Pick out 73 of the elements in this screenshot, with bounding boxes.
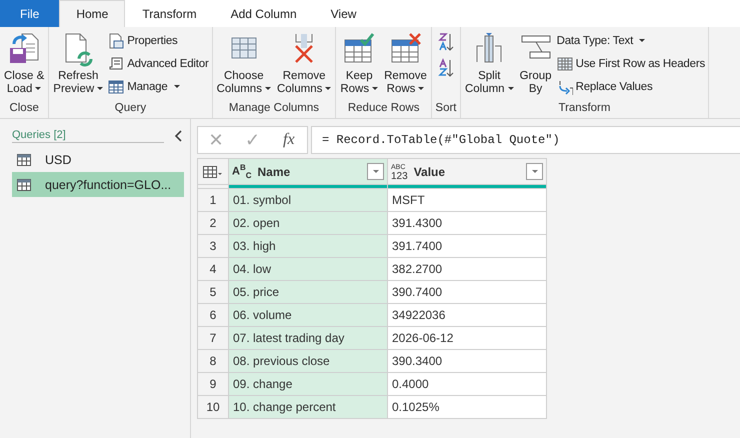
ribbon-button[interactable]: Split Column — [462, 30, 516, 102]
row-number: 3 — [198, 234, 228, 258]
ribbon-button[interactable]: Use First Row as Headers — [556, 53, 706, 74]
table-cell: 391.4300 — [388, 212, 546, 234]
table-cell: 390.3400 — [388, 350, 546, 372]
ribbon-button[interactable]: Refresh Preview — [51, 30, 106, 102]
ribbon-button[interactable]: Keep Rows — [338, 30, 380, 102]
table-cell: 08. previous close — [228, 350, 388, 372]
group-label: Manage Columns — [228, 102, 320, 116]
ribbon-tab[interactable]: Home — [59, 0, 126, 27]
ribbon-button[interactable]: Remove Rows — [382, 30, 429, 102]
table-icon — [17, 178, 31, 190]
row-number: 9 — [198, 372, 228, 396]
row-number: 10 — [198, 396, 228, 418]
row-number: 6 — [198, 304, 228, 326]
row-number: 7 — [198, 326, 228, 350]
table-cell: 10. change percent — [228, 396, 388, 418]
ribbon-button[interactable]: Close & Load — [2, 30, 46, 102]
ribbon-button[interactable]: Choose Columns — [214, 30, 273, 102]
formula-field[interactable]: = Record.ToTable(#"Global Quote") — [311, 126, 740, 154]
table-cell: 03. high — [228, 234, 388, 258]
table-menu-button[interactable] — [198, 158, 228, 184]
filter-dropdown-icon[interactable] — [367, 163, 384, 180]
ribbon-button[interactable]: Remove Columns — [274, 30, 334, 102]
table-icon — [17, 154, 31, 166]
table-cell: 0.1025% — [388, 396, 546, 418]
table-cell: 390.7400 — [388, 280, 546, 304]
filter-dropdown-icon[interactable] — [526, 163, 543, 180]
ribbon-button[interactable]: Group By — [518, 30, 554, 102]
ribbon-tab[interactable]: View — [314, 0, 374, 27]
table-cell: 06. volume — [228, 304, 388, 326]
table-cell: 05. price — [228, 280, 388, 304]
row-number: 5 — [198, 280, 228, 304]
table-cell: 0.4000 — [388, 372, 546, 396]
properties-icon — [108, 32, 124, 48]
table-cell: 2026-06-12 — [388, 326, 546, 350]
group-label: Query — [114, 102, 146, 116]
table-cell: 01. symbol — [228, 188, 388, 212]
insert-function-button[interactable]: fx — [270, 127, 307, 153]
table-icon — [556, 56, 573, 72]
ribbon-button[interactable]: Manage — [107, 76, 210, 97]
ribbon-button[interactable]: Properties — [107, 30, 210, 51]
row-number: 4 — [198, 258, 228, 280]
collapse-icon[interactable] — [174, 130, 182, 142]
table-icon — [203, 166, 223, 178]
table-cell: 09. change — [228, 372, 388, 396]
table-cell: 34922036 — [388, 304, 546, 326]
group-label: Sort — [435, 102, 456, 116]
row-number: 1 — [198, 188, 228, 212]
ribbon-button[interactable]: Advanced Editor — [107, 53, 210, 74]
table-cell: MSFT — [388, 188, 546, 212]
group-label: Reduce Rows — [348, 102, 420, 116]
table-cell: 07. latest trading day — [228, 326, 388, 350]
ribbon-button[interactable]: Replace Values — [556, 76, 706, 97]
ribbon-button[interactable]: Data Type: Text — [556, 30, 706, 51]
column-header[interactable]: A$^{B}$$_{C}$ Name — [228, 158, 388, 184]
table-cell: 391.7400 — [388, 234, 546, 258]
replace-icon — [556, 78, 573, 94]
table-cell: 04. low — [228, 258, 388, 280]
group-label: Transform — [558, 102, 610, 116]
table-cell: 382.2700 — [388, 258, 546, 280]
ribbon-tab[interactable]: File — [0, 0, 60, 27]
ribbon-tab[interactable]: Add Column — [214, 0, 314, 27]
scroll-icon — [108, 56, 124, 72]
table-icon — [108, 78, 124, 94]
row-number: 2 — [198, 212, 228, 234]
table-cell: 02. open — [228, 212, 388, 234]
group-label: Close — [9, 102, 39, 116]
queries-header: Queries [2] — [12, 129, 164, 143]
query-item[interactable]: query?function=GLO... — [12, 172, 184, 197]
query-item[interactable]: USD — [12, 147, 184, 172]
ribbon-tab[interactable]: Transform — [125, 0, 214, 27]
row-number: 8 — [198, 350, 228, 372]
